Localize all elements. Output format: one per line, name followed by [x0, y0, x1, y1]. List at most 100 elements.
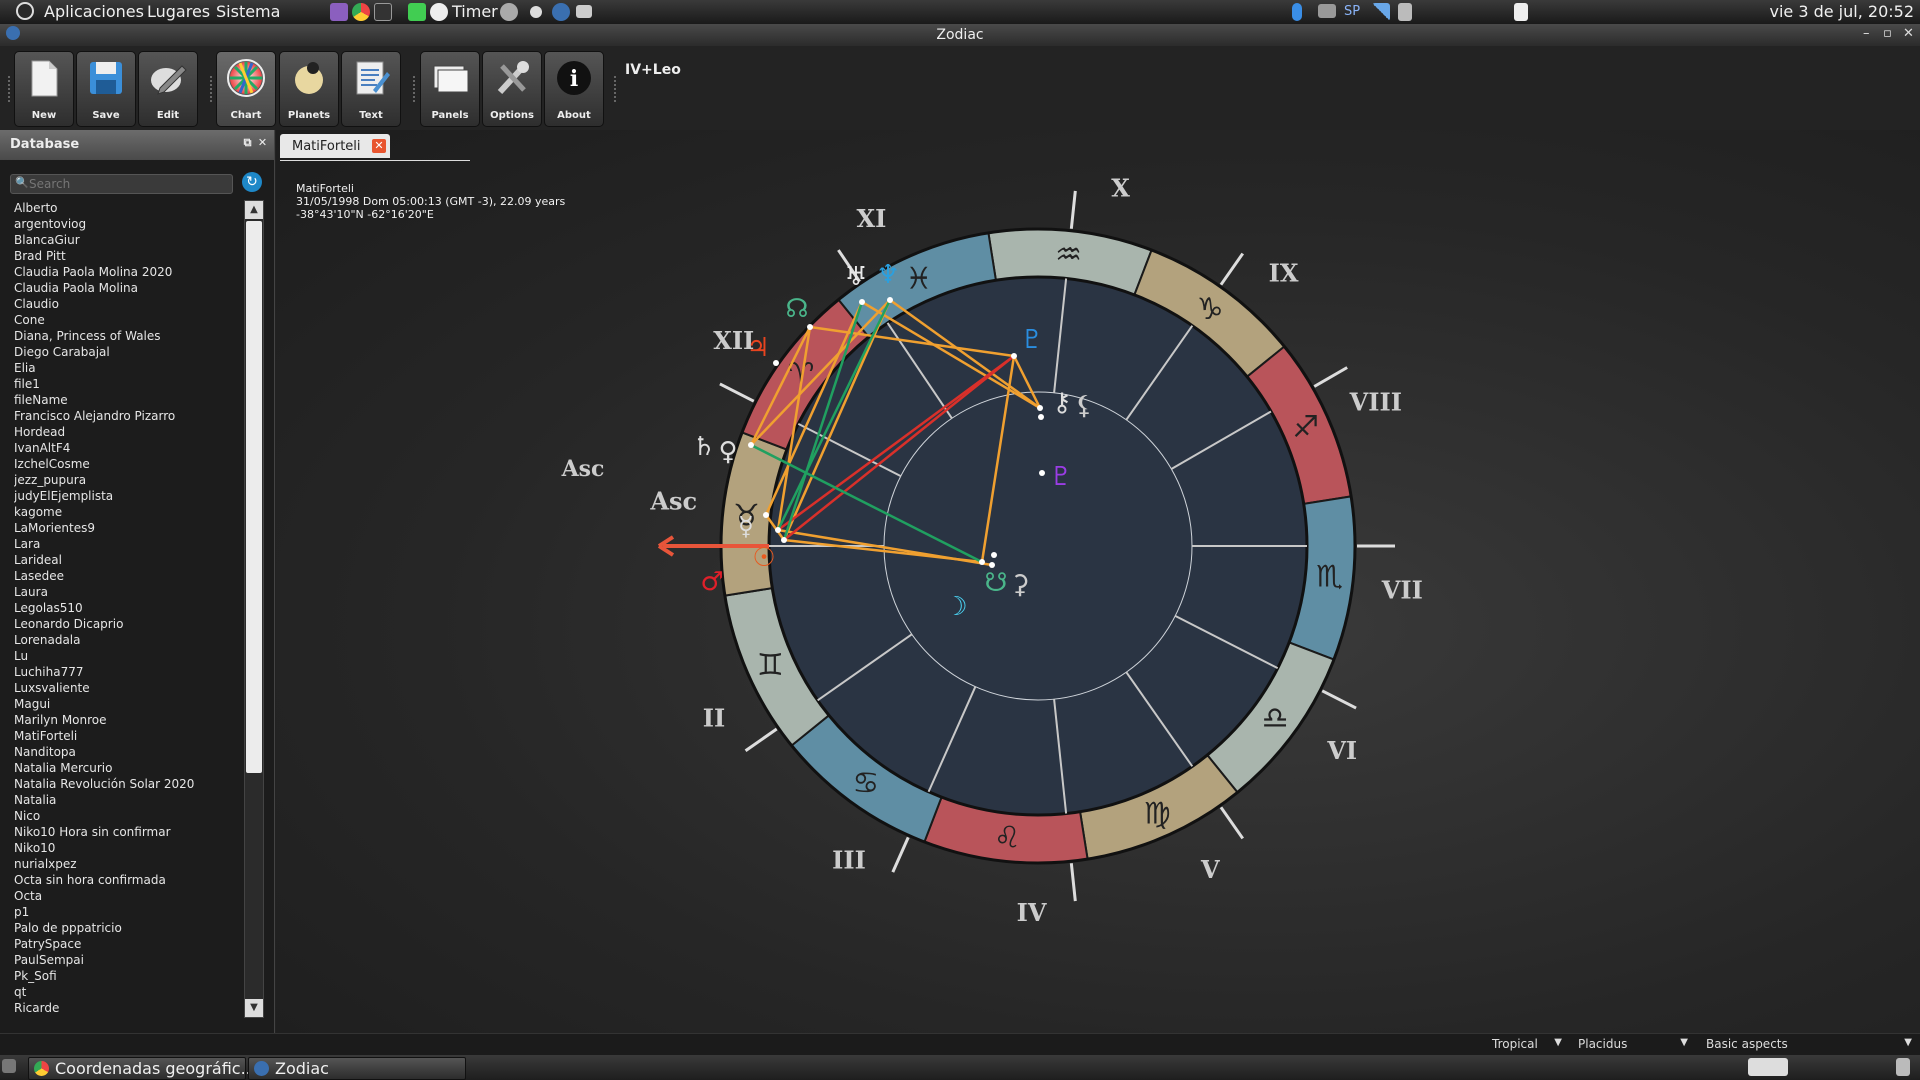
options-button[interactable]: Options: [482, 51, 542, 127]
chart-button[interactable]: Chart: [216, 51, 276, 127]
task-coordenadas[interactable]: Coordenadas geográfic...: [28, 1057, 256, 1080]
list-item[interactable]: Niko10: [14, 840, 239, 856]
edit-button[interactable]: Edit: [138, 51, 198, 127]
list-item[interactable]: argentoviog: [14, 216, 239, 232]
scrollbar[interactable]: ▲ ▼: [244, 200, 264, 1018]
list-item[interactable]: file1: [14, 376, 239, 392]
minimize-button[interactable]: –: [1863, 26, 1870, 41]
list-item[interactable]: Lasedee: [14, 568, 239, 584]
app-launcher-icon[interactable]: [330, 3, 348, 21]
menu-places[interactable]: Lugares: [147, 2, 210, 21]
clock[interactable]: vie 3 de jul, 20:52: [1769, 2, 1914, 21]
list-item[interactable]: Luxsvaliente: [14, 680, 239, 696]
moon-icon[interactable]: [530, 6, 542, 18]
scrollbar-thumb[interactable]: [246, 221, 262, 773]
signal-icon[interactable]: [1372, 3, 1390, 21]
list-item[interactable]: Claudia Paola Molina 2020: [14, 264, 239, 280]
zodiac-app-icon[interactable]: [552, 3, 570, 21]
list-item[interactable]: Ricarde: [14, 1000, 239, 1016]
list-item[interactable]: Francisco Alejandro Pizarro: [14, 408, 239, 424]
bluetooth-icon[interactable]: [1292, 3, 1302, 21]
list-item[interactable]: qt: [14, 984, 239, 1000]
clock-icon[interactable]: [430, 3, 448, 21]
list-item[interactable]: Natalia Revolución Solar 2020: [14, 776, 239, 792]
planets-button[interactable]: Planets: [279, 51, 339, 127]
list-item[interactable]: Diego Carabajal: [14, 344, 239, 360]
about-button[interactable]: i About: [544, 51, 604, 127]
list-item[interactable]: Legolas510: [14, 600, 239, 616]
list-item[interactable]: Lorenadala: [14, 632, 239, 648]
list-item[interactable]: Alberto: [14, 200, 239, 216]
notes-icon[interactable]: [1514, 3, 1528, 21]
list-item[interactable]: LaMorientes9: [14, 520, 239, 536]
list-item[interactable]: jezz_pupura: [14, 472, 239, 488]
timer-label[interactable]: Timer: [452, 2, 498, 21]
refresh-icon[interactable]: ↻: [242, 172, 262, 192]
list-item[interactable]: Claudio: [14, 296, 239, 312]
monitor-icon[interactable]: [1318, 4, 1336, 18]
keyboard-layout[interactable]: SP: [1344, 4, 1360, 19]
list-item[interactable]: Natalia Mercurio: [14, 760, 239, 776]
list-item[interactable]: Niko10 Hora sin confirmar: [14, 824, 239, 840]
list-item[interactable]: Laura: [14, 584, 239, 600]
list-item[interactable]: BlancaGiur: [14, 232, 239, 248]
menu-system[interactable]: Sistema: [216, 2, 280, 21]
list-item[interactable]: Nanditopa: [14, 744, 239, 760]
list-item[interactable]: Nico: [14, 808, 239, 824]
list-item[interactable]: kagome: [14, 504, 239, 520]
volume-icon[interactable]: [1398, 3, 1412, 21]
list-item[interactable]: PaulSempai: [14, 952, 239, 968]
new-button[interactable]: New: [14, 51, 74, 127]
list-item[interactable]: Lu: [14, 648, 239, 664]
list-item[interactable]: Octa: [14, 888, 239, 904]
globe-icon[interactable]: [500, 3, 518, 21]
list-item[interactable]: Hordead: [14, 424, 239, 440]
list-item[interactable]: fileName: [14, 392, 239, 408]
scroll-up-icon[interactable]: ▲: [245, 201, 263, 219]
list-item[interactable]: Cone: [14, 312, 239, 328]
list-item[interactable]: Marilyn Monroe: [14, 712, 239, 728]
zodiac-select[interactable]: Tropical ▼: [1492, 1037, 1562, 1053]
menu-applications[interactable]: Aplicaciones: [44, 2, 144, 21]
float-panel-icon[interactable]: ⧉: [241, 136, 254, 149]
list-item[interactable]: IzchelCosme: [14, 456, 239, 472]
ubuntu-logo-icon[interactable]: [16, 2, 34, 20]
list-item[interactable]: Larideal: [14, 552, 239, 568]
list-item[interactable]: Palo de pppatricio: [14, 920, 239, 936]
list-item[interactable]: MatiForteli: [14, 728, 239, 744]
house-system-select[interactable]: Placidus ▼: [1578, 1037, 1688, 1053]
workspace-switcher-icon[interactable]: [1748, 1058, 1788, 1076]
task-zodiac[interactable]: Zodiac: [248, 1057, 466, 1080]
list-item[interactable]: Claudia Paola Molina: [14, 280, 239, 296]
list-item[interactable]: Pk_Sofi: [14, 968, 239, 984]
close-panel-icon[interactable]: ✕: [256, 136, 269, 149]
show-desktop-icon[interactable]: [2, 1059, 16, 1073]
list-item[interactable]: Brad Pitt: [14, 248, 239, 264]
list-item[interactable]: PatrySpace: [14, 936, 239, 952]
list-item[interactable]: Luchiha777: [14, 664, 239, 680]
panels-button[interactable]: Panels: [420, 51, 480, 127]
save-button[interactable]: Save: [76, 51, 136, 127]
list-item[interactable]: nurialxpez: [14, 856, 239, 872]
terminal-icon[interactable]: [374, 3, 392, 21]
list-item[interactable]: Natalia: [14, 792, 239, 808]
search-box[interactable]: 🔍: [10, 174, 233, 194]
aspects-select[interactable]: Basic aspects ▼: [1706, 1037, 1912, 1053]
chrome-icon[interactable]: [352, 3, 370, 21]
text-button[interactable]: Text: [341, 51, 401, 127]
list-item[interactable]: judyElEjemplista: [14, 488, 239, 504]
list-item[interactable]: Elia: [14, 360, 239, 376]
natal-chart-wheel[interactable]: ♒♑♐♏♎♍♌♋♊♉♈♓XIXVIIIVIIVIVIVIIIIIAscXIIXI…: [276, 130, 1920, 1033]
list-item[interactable]: IvanAltF4: [14, 440, 239, 456]
window-icon[interactable]: [576, 5, 592, 18]
list-item[interactable]: Magui: [14, 696, 239, 712]
list-item[interactable]: Lara: [14, 536, 239, 552]
list-item[interactable]: Diana, Princess of Wales: [14, 328, 239, 344]
scroll-down-icon[interactable]: ▼: [245, 999, 263, 1017]
search-input[interactable]: [29, 175, 229, 193]
close-window-button[interactable]: ✕: [1903, 26, 1914, 41]
list-item[interactable]: p1: [14, 904, 239, 920]
trash-icon[interactable]: [1896, 1058, 1910, 1076]
list-item[interactable]: Octa sin hora confirmada: [14, 872, 239, 888]
list-item[interactable]: Leonardo Dicaprio: [14, 616, 239, 632]
